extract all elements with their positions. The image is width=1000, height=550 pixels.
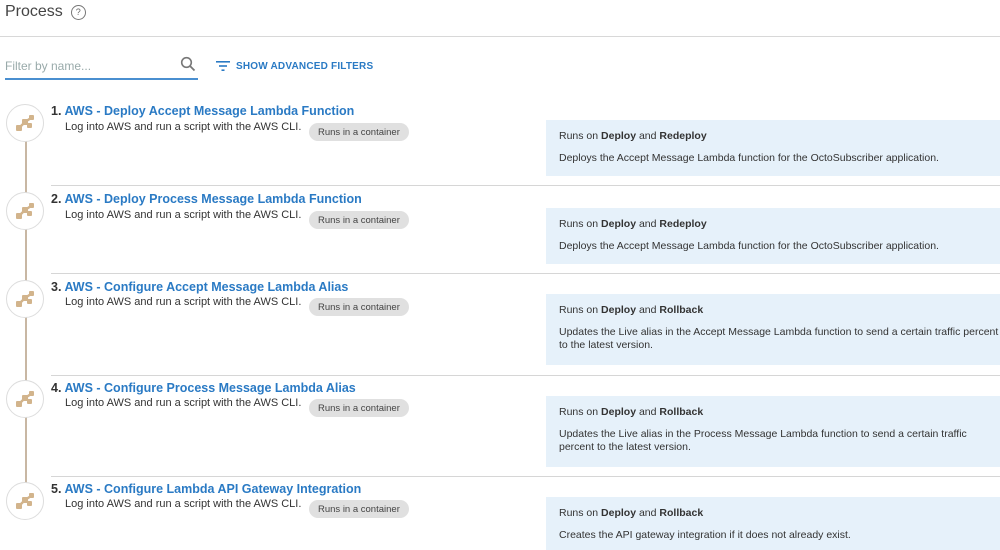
step-info-panel: Runs on Deploy and Redeploy Deploys the … [546,120,1000,176]
runs-on-deploy: Deploy [601,218,637,230]
runs-on-secondary: Rollback [659,406,704,418]
step-info-panel: Runs on Deploy and Redeploy Deploys the … [546,208,1000,264]
aws-lambda-icon [16,203,34,219]
runs-and: and [638,406,657,418]
step-title-link[interactable]: 4. AWS - Configure Process Message Lambd… [51,381,356,395]
container-badge: Runs in a container [309,500,409,518]
advanced-filters-label: SHOW ADVANCED FILTERS [236,60,374,72]
runs-and: and [638,130,657,142]
runs-prefix: Runs on [559,218,599,230]
aws-lambda-icon [16,115,34,131]
runs-and: and [638,304,657,316]
step-description: Log into AWS and run a script with the A… [65,498,302,510]
step-number: 3. [51,280,62,294]
runs-on-line: Runs on Deploy and Redeploy [559,218,1000,231]
runs-and: and [638,507,657,519]
runs-prefix: Runs on [559,304,599,316]
step-description: Log into AWS and run a script with the A… [65,296,302,308]
step-notes: Deploys the Accept Message Lambda functi… [559,152,939,164]
runs-and: and [638,218,657,230]
runs-prefix: Runs on [559,130,599,142]
container-badge: Runs in a container [309,298,409,316]
step-info-panel: Runs on Deploy and Rollback Creates the … [546,497,1000,550]
runs-on-deploy: Deploy [601,304,637,316]
step-notes: Updates the Live alias in the Accept Mes… [559,326,999,351]
step-number: 2. [51,192,62,206]
step-title-link[interactable]: 3. AWS - Configure Accept Message Lambda… [51,280,348,294]
step-number: 1. [51,104,62,118]
runs-on-line: Runs on Deploy and Rollback [559,304,1000,317]
runs-on-line: Runs on Deploy and Redeploy [559,130,1000,143]
runs-on-line: Runs on Deploy and Rollback [559,507,1000,520]
step-icon[interactable] [6,482,44,520]
step-icon[interactable] [6,192,44,230]
step-description: Log into AWS and run a script with the A… [65,397,302,409]
process-step: 2. AWS - Deploy Process Message Lambda F… [0,186,1000,274]
container-badge: Runs in a container [309,211,409,229]
step-description: Log into AWS and run a script with the A… [65,121,302,133]
runs-on-deploy: Deploy [601,406,637,418]
show-advanced-filters-button[interactable]: SHOW ADVANCED FILTERS [216,60,373,72]
step-title: AWS - Configure Lambda API Gateway Integ… [64,482,362,496]
step-notes: Updates the Live alias in the Process Me… [559,428,967,453]
step-description: Log into AWS and run a script with the A… [65,209,302,221]
page-title: Process [5,3,63,20]
process-step: 5. AWS - Configure Lambda API Gateway In… [0,477,1000,550]
page-header: Process ? [5,0,86,24]
aws-lambda-icon [16,291,34,307]
runs-prefix: Runs on [559,406,599,418]
filter-field[interactable] [5,56,198,80]
step-title: AWS - Configure Accept Message Lambda Al… [64,280,349,294]
runs-prefix: Runs on [559,507,599,519]
step-title-link[interactable]: 1. AWS - Deploy Accept Message Lambda Fu… [51,104,354,118]
runs-on-deploy: Deploy [601,130,637,142]
step-icon[interactable] [6,380,44,418]
step-icon[interactable] [6,280,44,318]
step-icon[interactable] [6,104,44,142]
aws-lambda-icon [16,391,34,407]
step-title-link[interactable]: 2. AWS - Deploy Process Message Lambda F… [51,192,362,206]
search-icon[interactable] [180,56,196,72]
step-title-link[interactable]: 5. AWS - Configure Lambda API Gateway In… [51,482,361,496]
step-title: AWS - Configure Process Message Lambda A… [64,381,356,395]
step-title: AWS - Deploy Process Message Lambda Func… [64,192,362,206]
step-info-panel: Runs on Deploy and Rollback Updates the … [546,396,1000,467]
step-number: 4. [51,381,62,395]
filter-input[interactable] [5,56,175,76]
runs-on-deploy: Deploy [601,507,637,519]
runs-on-secondary: Rollback [659,304,704,316]
filter-icon [216,61,230,71]
step-number: 5. [51,482,62,496]
help-icon[interactable]: ? [70,4,86,20]
runs-on-secondary: Redeploy [659,218,707,230]
container-badge: Runs in a container [309,399,409,417]
runs-on-secondary: Redeploy [659,130,707,142]
step-title: AWS - Deploy Accept Message Lambda Funct… [64,104,355,118]
process-step: 4. AWS - Configure Process Message Lambd… [0,376,1000,477]
step-info-panel: Runs on Deploy and Rollback Updates the … [546,294,1000,365]
container-badge: Runs in a container [309,123,409,141]
process-step: 3. AWS - Configure Accept Message Lambda… [0,274,1000,376]
process-step: 1. AWS - Deploy Accept Message Lambda Fu… [0,98,1000,186]
step-notes: Deploys the Accept Message Lambda functi… [559,240,939,252]
aws-lambda-icon [16,493,34,509]
header-divider [0,36,1000,37]
runs-on-line: Runs on Deploy and Rollback [559,406,1000,419]
runs-on-secondary: Rollback [659,507,704,519]
step-notes: Creates the API gateway integration if i… [559,529,851,541]
